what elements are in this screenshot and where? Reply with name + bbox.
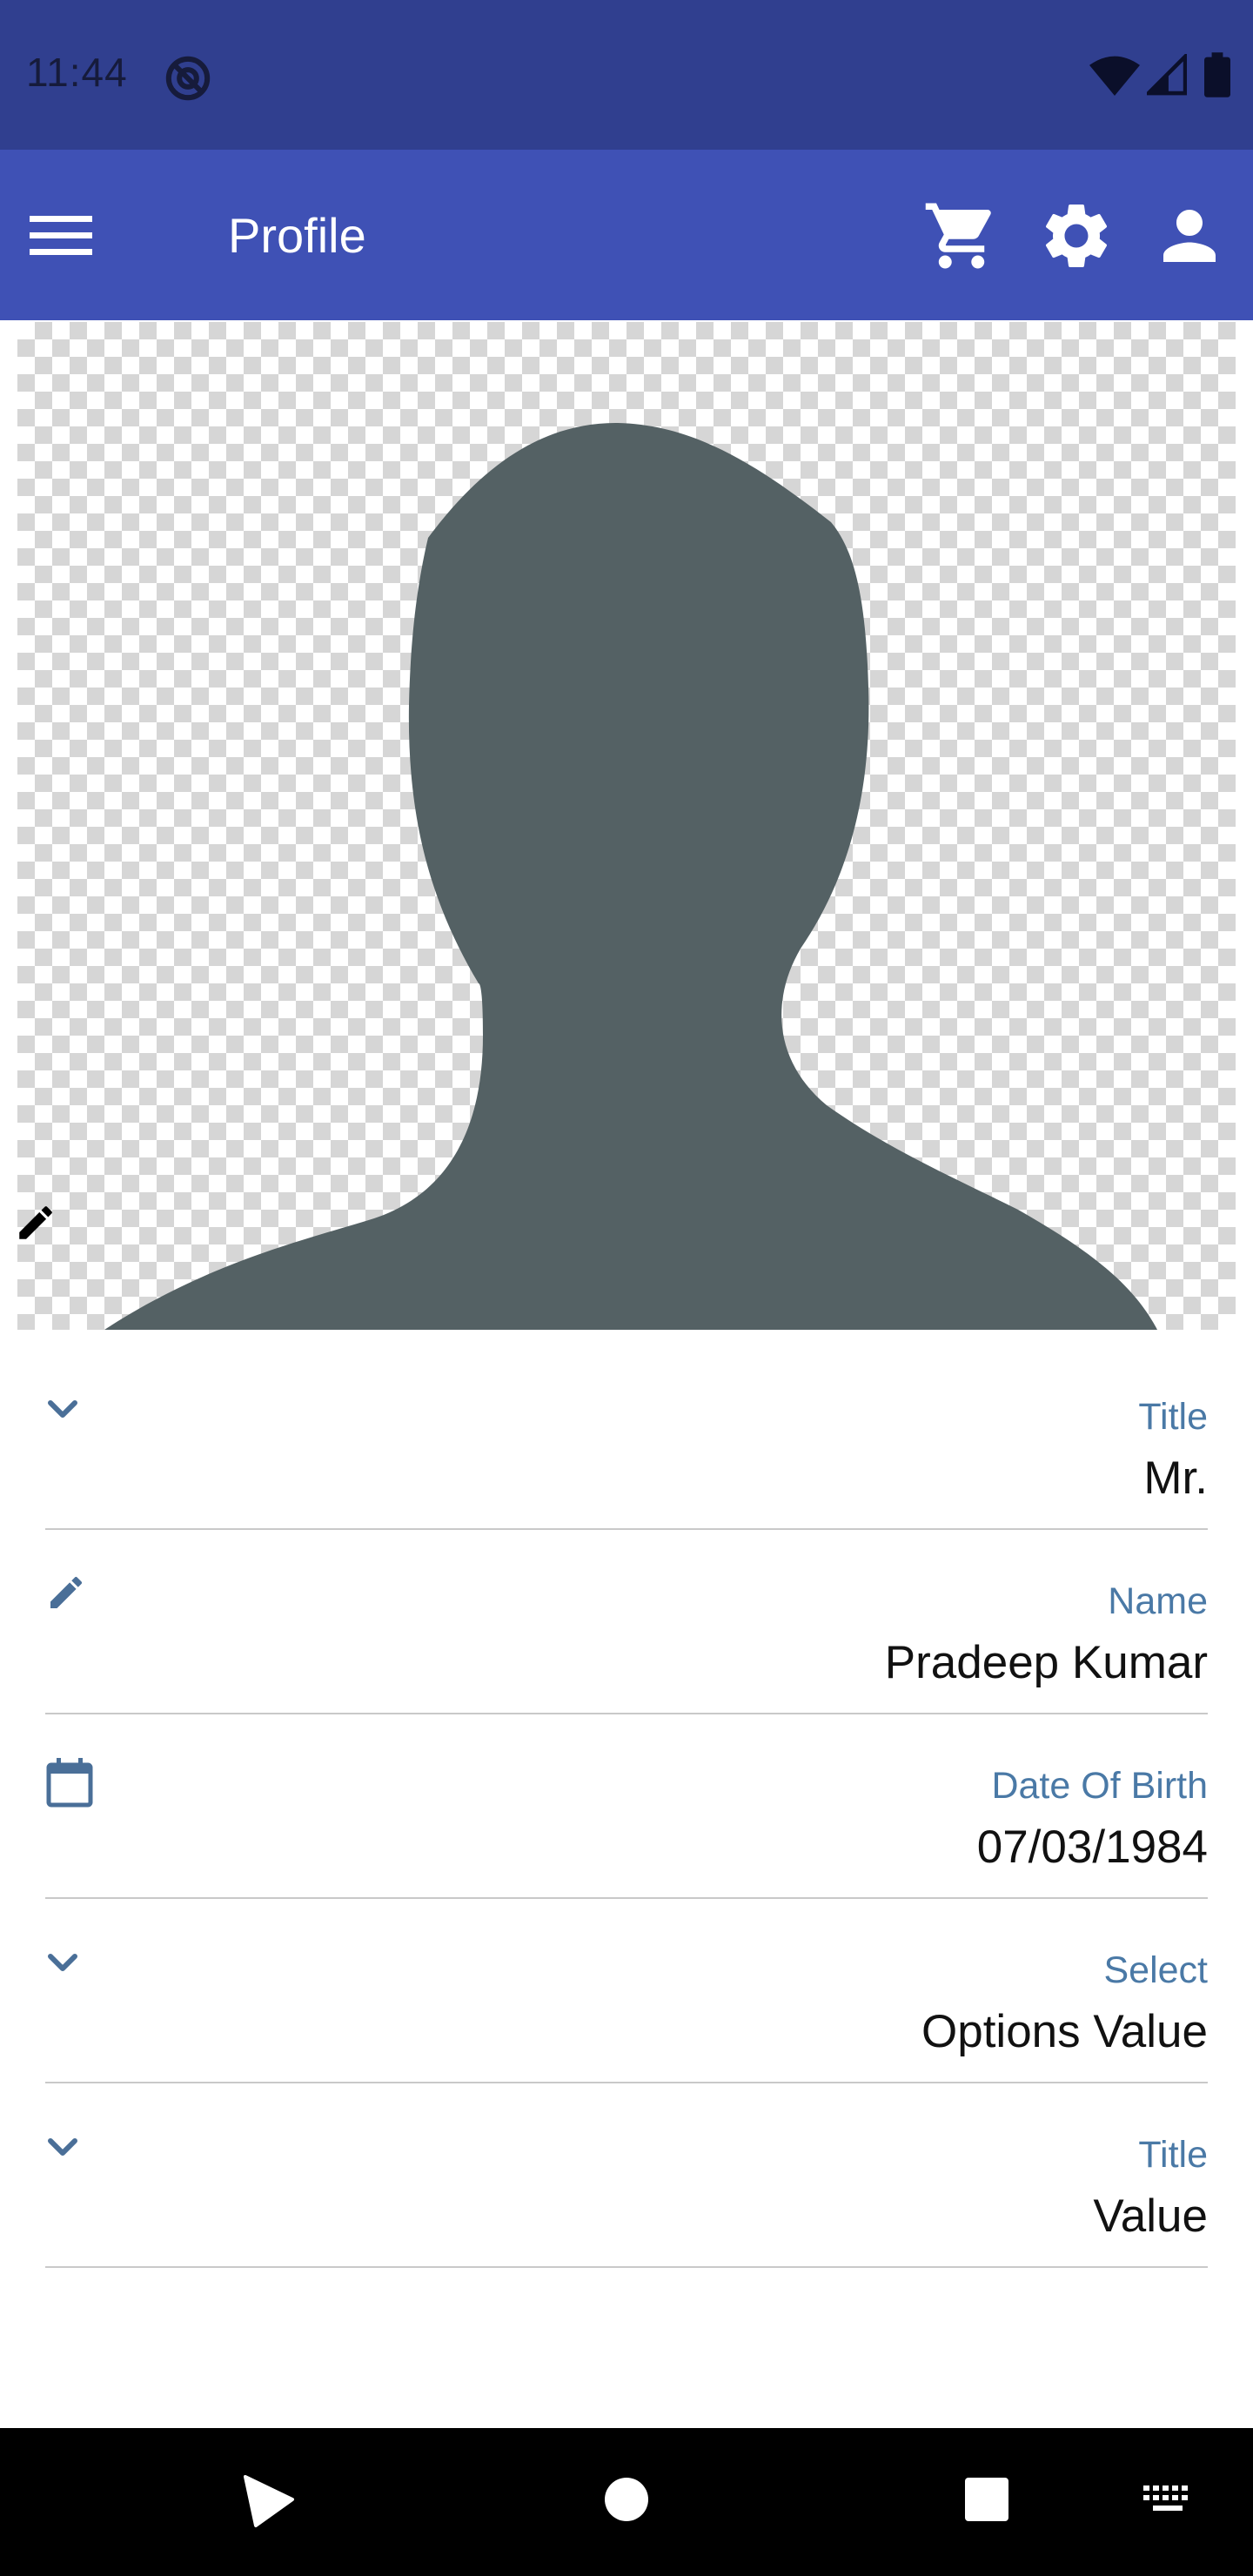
field-value: 07/03/1984 <box>976 1821 1208 1873</box>
hamburger-menu-icon[interactable] <box>26 204 97 266</box>
field-label: Title <box>1138 1396 1208 1438</box>
form-field-title-value[interactable]: Title Value <box>45 2083 1208 2268</box>
profile-screen: 11:44 Profile Title Mr. Name Pradeep Kum… <box>0 0 1253 2576</box>
pencil-icon[interactable] <box>45 1572 94 1624</box>
chevron-down-icon[interactable] <box>45 1387 94 1439</box>
form-field-date-of-birth[interactable]: Date Of Birth 07/03/1984 <box>45 1714 1208 1899</box>
form-field-name[interactable]: Name Pradeep Kumar <box>45 1530 1208 1714</box>
person-silhouette-image <box>104 422 1157 1330</box>
form-field-title[interactable]: Title Mr. <box>45 1345 1208 1530</box>
field-value: Options Value <box>921 2006 1208 2057</box>
form-field-select[interactable]: Select Options Value <box>45 1899 1208 2083</box>
profile-photo[interactable] <box>17 322 1236 1330</box>
edit-photo-pencil-icon[interactable] <box>14 1201 57 1244</box>
back-icon[interactable] <box>242 2473 296 2529</box>
do-not-disturb-icon <box>165 56 211 101</box>
chevron-down-icon[interactable] <box>45 2125 94 2177</box>
recents-icon[interactable] <box>964 2477 1009 2522</box>
battery-icon <box>1204 52 1230 97</box>
wifi-icon <box>1089 56 1140 96</box>
home-icon[interactable] <box>604 2477 649 2522</box>
field-value: Pradeep Kumar <box>884 1637 1208 1688</box>
cart-icon[interactable] <box>922 197 1001 275</box>
field-label: Select <box>1103 1949 1208 1991</box>
keyboard-icon[interactable] <box>1142 2482 1194 2517</box>
account-person-icon[interactable] <box>1150 197 1229 275</box>
app-bar: Profile <box>0 150 1253 320</box>
cell-signal-icon <box>1147 54 1187 96</box>
calendar-icon[interactable] <box>45 1756 94 1808</box>
field-label: Name <box>1108 1580 1208 1622</box>
chevron-down-icon[interactable] <box>45 1941 94 1993</box>
field-label: Title <box>1138 2134 1208 2176</box>
field-label: Date Of Birth <box>991 1765 1208 1807</box>
system-navigation-bar <box>0 2428 1253 2576</box>
field-value: Mr. <box>1143 1452 1208 1504</box>
page-title: Profile <box>228 208 366 263</box>
settings-gear-icon[interactable] <box>1037 197 1116 275</box>
status-time: 11:44 <box>26 50 128 95</box>
field-value: Value <box>1093 2190 1208 2242</box>
status-bar: 11:44 <box>0 0 1253 150</box>
